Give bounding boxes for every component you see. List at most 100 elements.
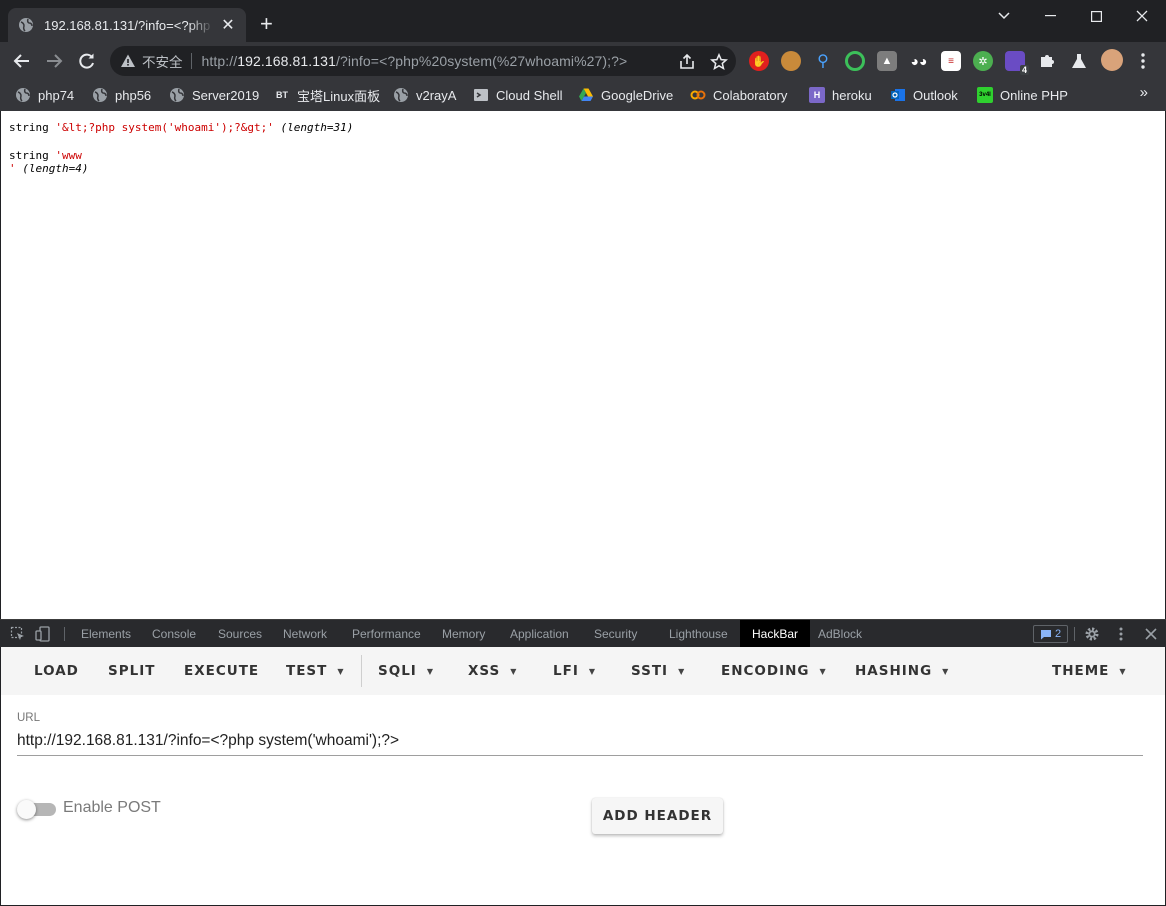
hackbar-menu: LOAD SPLIT EXECUTE TEST ▼ SQLI ▼ XSS ▼ LFI ▼… <box>1 647 1165 695</box>
bookmark-bt-panel[interactable]: BT 宝塔Linux面板 <box>274 85 380 105</box>
tab-adblock[interactable]: AdBlock <box>818 620 862 647</box>
maximize-icon[interactable] <box>1073 0 1119 32</box>
dump-value: '&lt;?php system('whoami');?&gt;' <box>55 121 274 134</box>
close-devtools-icon[interactable] <box>1143 626 1159 642</box>
hashing-menu[interactable]: HASHING ▼ <box>855 647 949 695</box>
bookmark-label: Server2019 <box>192 87 260 103</box>
caret-down-icon: ▼ <box>588 666 597 676</box>
add-header-button[interactable]: ADD HEADER <box>592 798 723 834</box>
bookmark-heroku[interactable]: H heroku <box>809 85 872 105</box>
tab-memory[interactable]: Memory <box>442 620 485 647</box>
tab-network[interactable]: Network <box>283 620 327 647</box>
var-dump-line-2: string 'www ' (length=4) <box>9 149 88 175</box>
bookmark-v2raya[interactable]: v2rayA <box>393 85 456 105</box>
adblock-extension-icon[interactable]: ✋ <box>749 51 769 71</box>
labs-flask-icon[interactable] <box>1069 51 1089 71</box>
ssti-menu[interactable]: SSTI ▼ <box>631 647 685 695</box>
proxy-extension-icon[interactable]: ▲ <box>877 51 897 71</box>
bookmark-online-php[interactable]: 3v4l Online PHP <box>977 85 1068 105</box>
close-window-icon[interactable] <box>1119 0 1165 32</box>
dump-length: (length=31) <box>280 121 354 134</box>
bookmark-label: php56 <box>115 87 152 103</box>
tab-search-icon[interactable] <box>981 0 1027 32</box>
xss-menu[interactable]: XSS ▼ <box>468 647 517 695</box>
menu-kebab-icon[interactable] <box>1133 51 1153 71</box>
bookmark-label: Cloud Shell <box>496 87 563 103</box>
inspect-element-icon[interactable] <box>10 626 26 642</box>
menu-label: TEST <box>286 663 328 679</box>
menu-label: LOAD <box>34 663 79 679</box>
url-input[interactable] <box>17 726 1143 756</box>
green-ring-extension-icon[interactable] <box>845 51 865 71</box>
profile-avatar[interactable] <box>1101 49 1123 71</box>
cookie-extension-icon[interactable] <box>781 51 801 71</box>
tab-title: 192.168.81.131/?info=<?php s <box>44 17 214 33</box>
tab-application[interactable]: Application <box>510 620 569 647</box>
location-extension-icon[interactable]: ⚲ <box>813 51 833 71</box>
tab-security[interactable]: Security <box>594 620 637 647</box>
gear-extension-icon[interactable]: ✲ <box>973 51 993 71</box>
test-menu[interactable]: TEST ▼ <box>286 647 345 695</box>
eyes-extension-icon[interactable]: ◕◕ <box>909 51 929 71</box>
bookmark-label: Outlook <box>913 87 958 103</box>
tab-console[interactable]: Console <box>152 620 196 647</box>
bookmark-outlook[interactable]: Outlook <box>890 85 958 105</box>
address-bar[interactable]: 不安全 http://192.168.81.131/?info=<?php%20… <box>110 46 736 76</box>
issues-badge[interactable]: 2 <box>1033 625 1068 643</box>
tab-performance[interactable]: Performance <box>352 620 421 647</box>
globe-icon <box>170 88 184 102</box>
close-tab-icon[interactable]: ✕ <box>220 15 236 35</box>
tab-hackbar[interactable]: HackBar <box>740 620 811 647</box>
enable-post-label: Enable POST <box>63 799 161 816</box>
tab-lighthouse[interactable]: Lighthouse <box>669 620 728 647</box>
bookmark-googledrive[interactable]: GoogleDrive <box>578 85 673 105</box>
bookmark-label: php74 <box>38 87 75 103</box>
theme-menu[interactable]: THEME ▼ <box>1052 647 1127 695</box>
url-text[interactable]: http://192.168.81.131/?info=<?php%20syst… <box>202 53 628 69</box>
sqli-menu[interactable]: SQLI ▼ <box>378 647 434 695</box>
bookmarks-overflow-icon[interactable]: » <box>1140 84 1148 101</box>
extension-badge: 4 <box>1019 65 1029 75</box>
bookmark-server2019[interactable]: Server2019 <box>169 85 259 105</box>
globe-icon <box>93 88 107 102</box>
back-icon[interactable] <box>10 49 34 73</box>
devtools-tabbar: Elements Console Sources Network Perform… <box>0 619 1166 647</box>
reload-icon[interactable] <box>75 49 99 73</box>
execute-button[interactable]: EXECUTE <box>184 647 259 695</box>
forward-icon[interactable] <box>42 49 66 73</box>
bookmark-label: v2rayA <box>416 87 457 103</box>
bookmark-star-icon[interactable] <box>710 53 728 71</box>
menu-label: XSS <box>468 663 501 679</box>
bookmark-colaboratory[interactable]: Colaboratory <box>690 85 787 105</box>
encoding-menu[interactable]: ENCODING ▼ <box>721 647 827 695</box>
share-icon[interactable] <box>678 53 696 71</box>
tab-elements[interactable]: Elements <box>81 620 131 647</box>
issues-icon <box>1040 629 1051 639</box>
bookmark-php74[interactable]: php74 <box>15 85 74 105</box>
puzzle-badge-extension-icon[interactable]: 4 <box>1005 51 1029 75</box>
new-tab-icon[interactable]: + <box>260 13 273 35</box>
bookmark-label: Colaboratory <box>713 87 788 103</box>
menu-label: SSTI <box>631 663 669 679</box>
minimize-icon[interactable] <box>1027 0 1073 32</box>
split-button[interactable]: SPLIT <box>108 647 155 695</box>
devtools-menu-icon[interactable] <box>1113 626 1129 642</box>
settings-gear-icon[interactable] <box>1084 626 1100 642</box>
browser-tab[interactable]: 192.168.81.131/?info=<?php s ✕ <box>8 8 246 42</box>
enable-post-toggle[interactable] <box>17 800 57 819</box>
bookmark-cloud-shell[interactable]: Cloud Shell <box>473 85 563 105</box>
insecure-label[interactable]: 不安全 <box>142 51 183 71</box>
device-toolbar-icon[interactable] <box>35 626 51 642</box>
extensions-puzzle-icon[interactable] <box>1037 51 1057 71</box>
url-scheme: http:// <box>201 53 238 69</box>
lfi-menu[interactable]: LFI ▼ <box>553 647 596 695</box>
bookmark-label: heroku <box>832 87 872 103</box>
tab-sources[interactable]: Sources <box>218 620 262 647</box>
bookmark-php56[interactable]: php56 <box>92 85 151 105</box>
wappalyzer-extension-icon[interactable]: ≡ <box>941 51 961 71</box>
warning-icon[interactable] <box>120 53 136 69</box>
bookmarks-bar: php74 php56 Server2019 BT 宝塔Linux面板 v2ra… <box>0 80 1166 111</box>
load-button[interactable]: LOAD <box>34 647 79 695</box>
dump-type: string <box>9 121 49 134</box>
omnibox-divider <box>190 53 192 69</box>
